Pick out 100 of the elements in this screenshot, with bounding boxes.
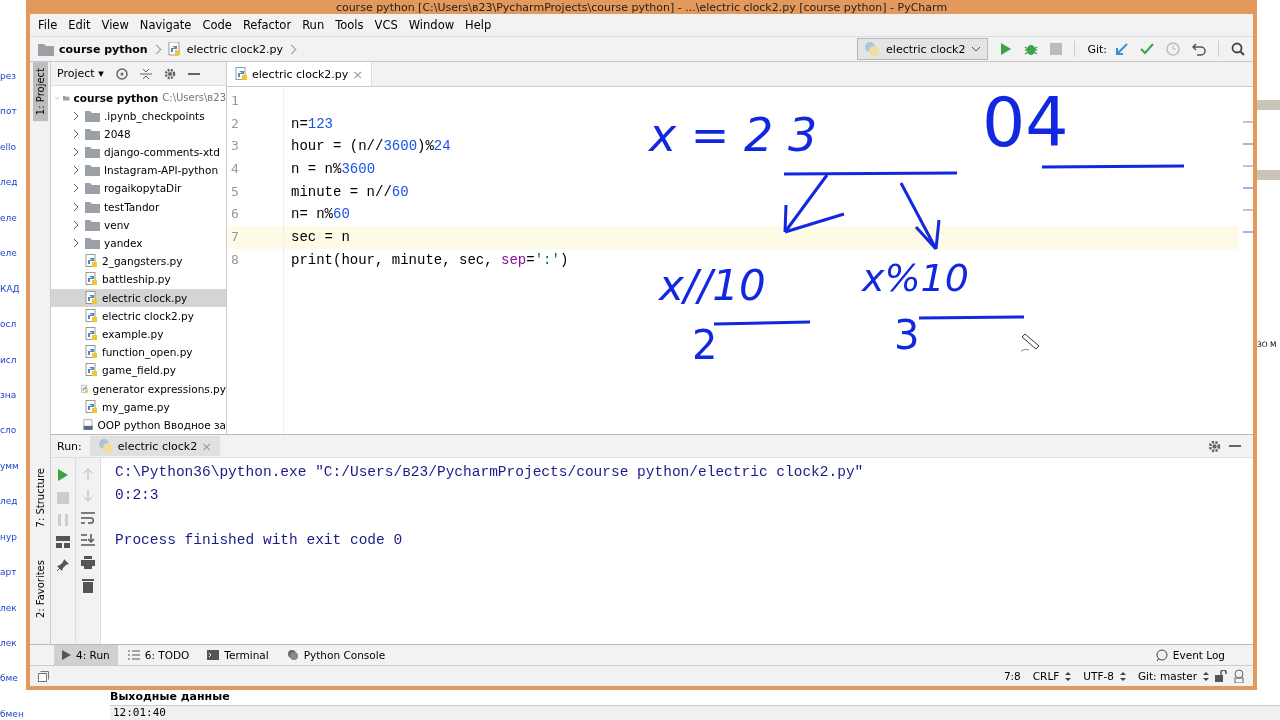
menu-item[interactable]: View — [101, 18, 129, 32]
menu-item[interactable]: Tools — [335, 18, 364, 32]
minimize-icon[interactable] — [187, 72, 200, 75]
tree-item[interactable]: 2048 — [51, 124, 226, 143]
menu-item[interactable]: Window — [408, 18, 455, 32]
python-file-icon — [167, 42, 182, 56]
tree-item[interactable]: testTandor — [51, 197, 226, 216]
undo-icon[interactable] — [1192, 42, 1206, 56]
inspector-icon[interactable] — [1233, 669, 1245, 683]
pin-icon[interactable] — [56, 558, 70, 572]
up-down-arrows-icon — [1065, 671, 1072, 681]
window-title: course python [C:\Users\в23\PycharmProjects\course python] - ...\electric clock2.py [course python] - PyCharm — [335, 1, 948, 14]
tree-item[interactable]: rogaikopytaDir — [51, 179, 226, 198]
tree-item[interactable]: generator expressions.py — [51, 379, 226, 398]
menu-item[interactable]: VCS — [374, 18, 398, 32]
background-text: нур — [0, 530, 18, 543]
background-text: исл — [0, 353, 18, 366]
project-tool-tab[interactable]: 1: Project — [32, 62, 48, 122]
python-file-icon — [85, 326, 98, 341]
tree-item[interactable]: Instagram-API-python — [51, 161, 226, 180]
check-icon[interactable] — [1140, 43, 1154, 55]
run-icon[interactable] — [1000, 42, 1013, 56]
event-log-button[interactable]: Event Log — [1146, 645, 1233, 665]
tree-item[interactable]: function_open.py — [51, 343, 226, 362]
background-text: осл — [0, 318, 18, 331]
menu-item[interactable]: Navigate — [139, 18, 192, 32]
python-file-icon — [85, 363, 98, 378]
background-heading: Выходные данные — [110, 690, 231, 703]
status-item[interactable]: CRLF — [1032, 670, 1060, 682]
line-number: 7 — [227, 226, 283, 249]
tool-window-button[interactable]: Terminal — [199, 645, 277, 665]
tree-item[interactable]: 2_gangsters.py — [51, 252, 226, 271]
editor-tab[interactable]: electric clock2.py × — [227, 62, 373, 86]
breadcrumb[interactable]: course python — [59, 42, 148, 56]
wrap-icon[interactable] — [81, 512, 95, 524]
tree-item[interactable]: game_field.py — [51, 361, 226, 380]
background-text: ello — [0, 140, 18, 153]
background-text: еле — [0, 247, 18, 260]
status-item[interactable]: 7:8 — [1003, 670, 1021, 682]
panel-toggle-icon[interactable] — [38, 670, 49, 682]
tree-item[interactable]: my_game.py — [51, 397, 226, 416]
tree-item[interactable]: django-comments-xtd — [51, 143, 226, 162]
chevron-icon — [71, 238, 81, 249]
status-item[interactable]: UTF-8 — [1083, 670, 1114, 682]
menu-item[interactable]: Help — [465, 18, 492, 32]
target-icon[interactable] — [115, 67, 128, 80]
tree-item[interactable]: electric clock.py — [51, 288, 226, 307]
favorites-tool-tab[interactable]: 2: Favorites — [32, 553, 48, 624]
structure-tool-tab[interactable]: 7: Structure — [32, 462, 48, 534]
rerun-icon[interactable] — [57, 468, 69, 482]
tree-item[interactable]: OOP python Вводное за — [51, 415, 226, 434]
project-view-dropdown[interactable]: Project ▾ — [57, 67, 104, 81]
tree-item[interactable]: electric clock2.py — [51, 306, 226, 325]
folder-icon — [85, 146, 100, 159]
bug-icon[interactable] — [1024, 42, 1039, 56]
tree-item[interactable]: yandex — [51, 233, 226, 253]
scroll-end-icon[interactable] — [81, 534, 95, 546]
python-icon — [864, 41, 881, 57]
folder-icon — [85, 127, 100, 140]
status-item[interactable]: Git: master — [1137, 670, 1197, 682]
folder-icon — [38, 42, 54, 56]
menu-item[interactable]: File — [38, 18, 58, 32]
console-output: 0:2:3 — [115, 485, 160, 505]
chevron-icon — [71, 201, 81, 212]
menu-item[interactable]: Edit — [68, 18, 91, 32]
run-tab[interactable]: electric clock2 × — [89, 436, 221, 456]
python-file-icon — [235, 67, 248, 81]
folder-icon — [85, 164, 100, 177]
caret-icon — [971, 46, 982, 52]
background-bar — [1257, 170, 1280, 180]
settings-icon[interactable] — [1208, 439, 1221, 453]
tool-window-button[interactable]: Python Console — [278, 645, 394, 665]
layout-icon[interactable] — [56, 536, 70, 548]
line-number: 2 — [230, 114, 240, 133]
code-line: minute = n//60 — [291, 183, 409, 200]
menu-item[interactable]: Refactor — [242, 18, 292, 32]
menu-item[interactable]: Run — [302, 18, 325, 32]
tool-window-button[interactable]: 6: TODO — [119, 645, 198, 665]
folder-icon — [85, 109, 100, 122]
menu-item[interactable]: Code — [202, 18, 232, 32]
tree-item[interactable]: course python C:\Users\в23 — [51, 88, 226, 107]
tool-window-button[interactable]: 4: Run — [54, 645, 118, 665]
trash-icon[interactable] — [82, 579, 94, 593]
settings-icon[interactable] — [163, 67, 176, 80]
python-file-icon — [85, 290, 98, 305]
breadcrumb[interactable]: electric clock2.py — [186, 42, 284, 56]
run-configuration-dropdown[interactable]: electric clock2 — [857, 38, 989, 60]
tree-item[interactable]: .ipynb_checkpoints — [51, 106, 226, 125]
padlock-icon[interactable] — [1215, 670, 1227, 682]
search-icon[interactable] — [1231, 42, 1245, 56]
print-icon[interactable] — [81, 556, 95, 569]
tree-item[interactable]: venv — [51, 215, 226, 234]
python-icon — [97, 438, 114, 454]
collapse-icon[interactable] — [139, 67, 152, 80]
line-number: 4 — [230, 160, 240, 179]
tree-item[interactable]: example.py — [51, 324, 226, 344]
code-line: n= n%60 — [291, 206, 350, 223]
up-down-arrows-icon — [1203, 671, 1209, 681]
tree-item[interactable]: battleship.py — [51, 270, 226, 289]
arrow-icon[interactable] — [1115, 42, 1128, 56]
